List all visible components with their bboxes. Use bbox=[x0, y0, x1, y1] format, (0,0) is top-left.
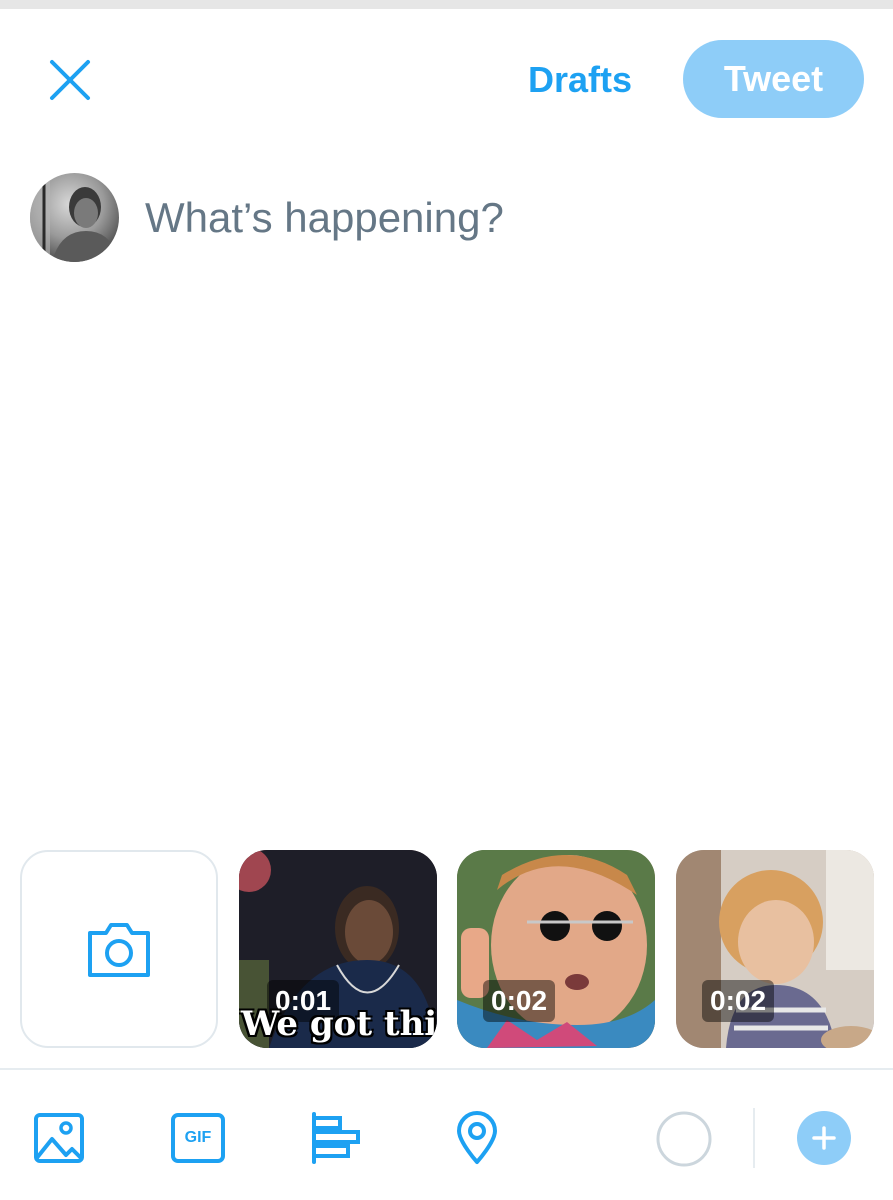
gif-caption: We got this bbox=[241, 1004, 437, 1044]
add-thread-button[interactable] bbox=[797, 1111, 851, 1165]
status-strip bbox=[0, 0, 893, 9]
avatar-photo bbox=[30, 173, 119, 262]
avatar[interactable] bbox=[30, 173, 119, 262]
add-gif-button[interactable]: GIF bbox=[170, 1110, 226, 1166]
tweet-button[interactable]: Tweet bbox=[683, 40, 864, 118]
image-icon bbox=[34, 1113, 84, 1163]
character-count-ring bbox=[655, 1110, 713, 1168]
toolbar-divider bbox=[0, 1068, 893, 1070]
poll-icon bbox=[312, 1112, 360, 1164]
camera-icon bbox=[88, 923, 150, 977]
add-image-button[interactable] bbox=[31, 1110, 87, 1166]
progress-ring-icon bbox=[656, 1111, 712, 1167]
tweet-text-input[interactable] bbox=[145, 190, 845, 246]
gif-thumbnail[interactable]: 0:01 We got this bbox=[239, 850, 437, 1048]
plus-icon bbox=[812, 1126, 836, 1150]
gif-duration: 0:02 bbox=[483, 980, 556, 1022]
gif-duration: 0:02 bbox=[702, 980, 775, 1022]
location-icon bbox=[457, 1111, 497, 1164]
gif-thumbnail[interactable]: 0:02 bbox=[457, 850, 655, 1048]
gif-icon-label: GIF bbox=[184, 1129, 212, 1146]
toolbar-separator bbox=[753, 1108, 755, 1168]
camera-tile[interactable] bbox=[20, 850, 218, 1048]
add-location-button[interactable] bbox=[449, 1110, 505, 1166]
gif-thumbnail[interactable]: 0:02 bbox=[676, 850, 874, 1048]
drafts-button[interactable]: Drafts bbox=[528, 56, 632, 104]
close-button[interactable] bbox=[44, 54, 96, 106]
add-poll-button[interactable] bbox=[308, 1110, 364, 1166]
close-icon bbox=[50, 60, 90, 100]
